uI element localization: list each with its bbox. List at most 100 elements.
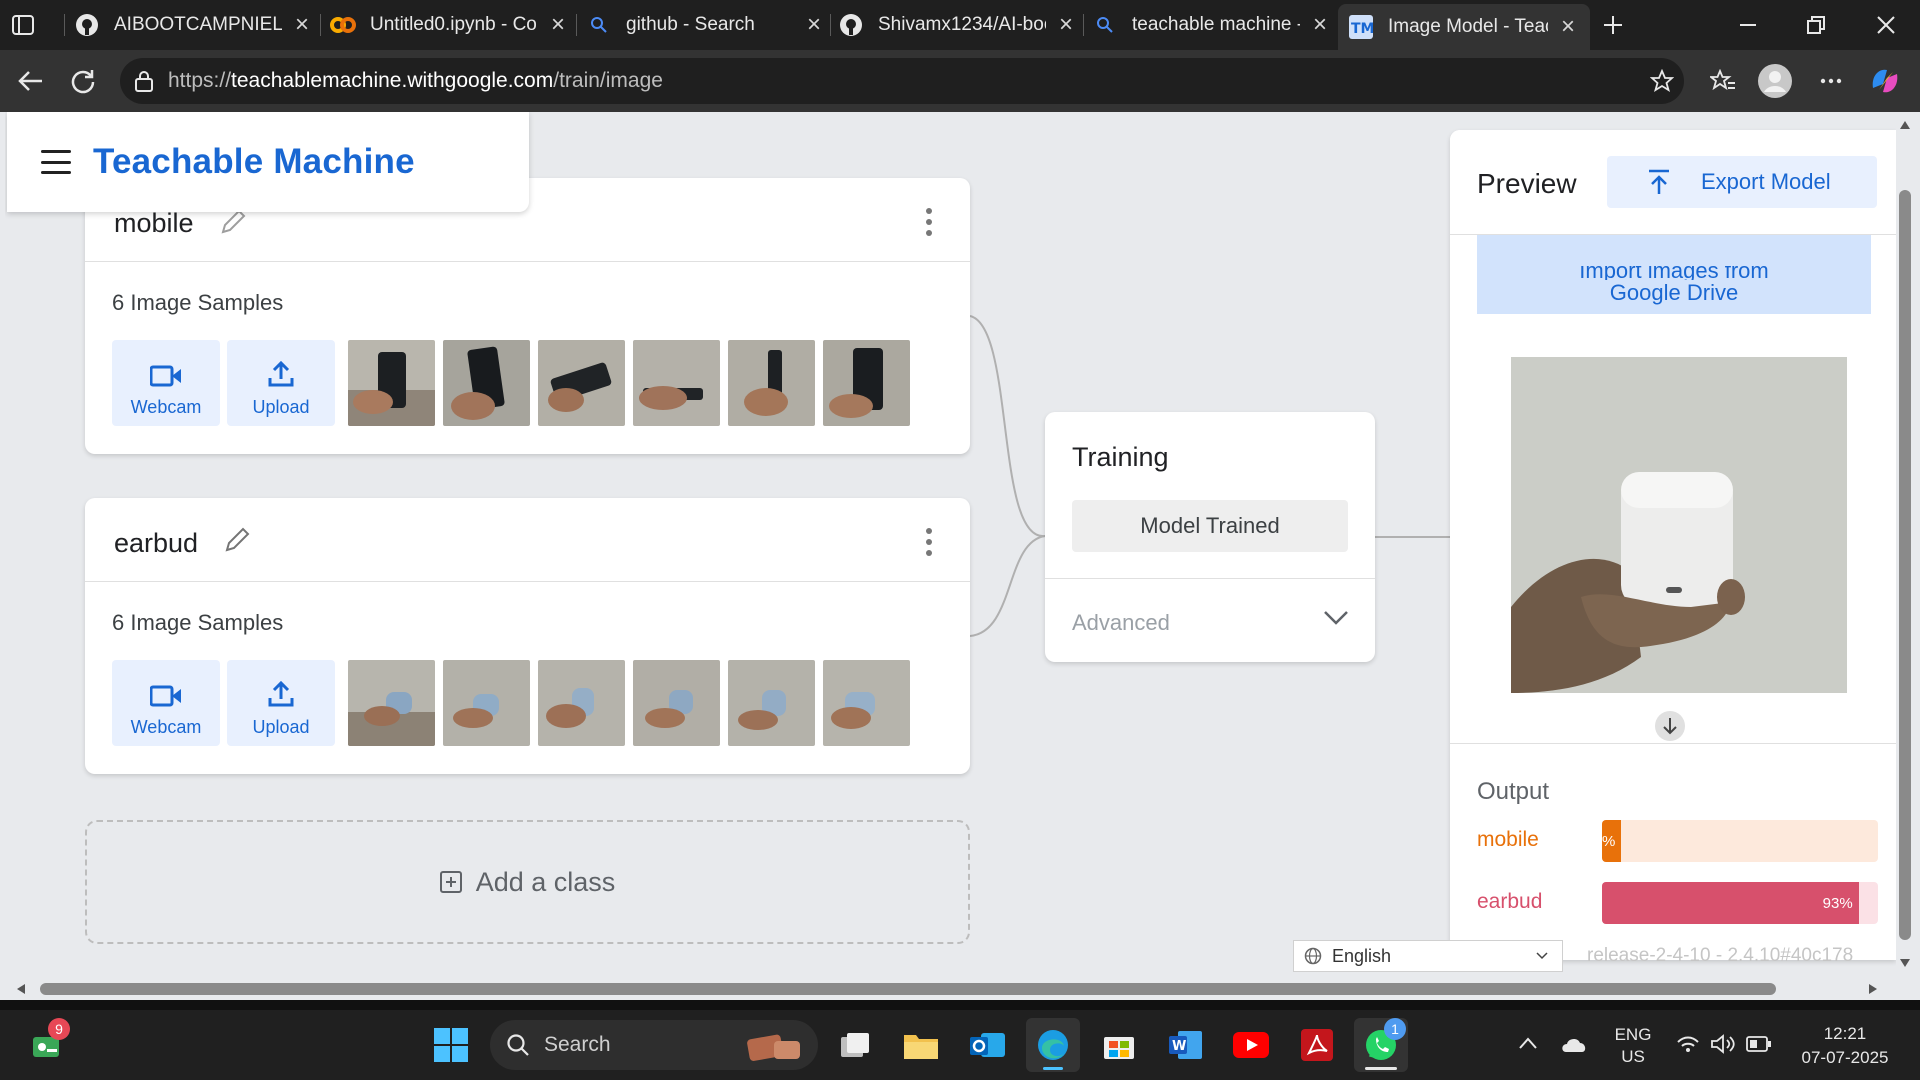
sample-thumbnail[interactable] [823, 660, 910, 746]
language-select[interactable]: English [1293, 940, 1563, 972]
edge-button[interactable] [1026, 1018, 1080, 1072]
sample-thumbnail[interactable] [538, 660, 625, 746]
advanced-toggle[interactable]: Advanced [1072, 610, 1170, 636]
favorites-button[interactable] [1700, 58, 1746, 104]
url-field[interactable]: https://teachablemachine.withgoogle.com/… [120, 58, 1684, 104]
sample-thumbnail[interactable] [633, 340, 720, 426]
onedrive-cloud-icon[interactable] [1560, 1034, 1588, 1054]
more-menu-button[interactable] [1808, 58, 1854, 104]
volume-icon[interactable] [1710, 1034, 1736, 1054]
tab-actions-button[interactable] [10, 6, 50, 44]
input-language-indicator[interactable]: ENG US [1610, 1024, 1656, 1068]
back-arrow-icon [18, 71, 42, 91]
arrow-down-icon [1655, 711, 1685, 741]
tab-shivamx-repo[interactable]: Shivamx1234/AI-boo × [838, 6, 1078, 44]
widgets-button[interactable]: 9 [20, 1018, 74, 1072]
scroll-up-icon[interactable] [1899, 120, 1911, 130]
close-icon[interactable]: × [546, 11, 570, 38]
page-content: Teachable Machine mobile 6 Image Samples… [5, 112, 1896, 978]
sample-thumbnail[interactable] [348, 660, 435, 746]
export-model-button[interactable]: Export Model [1607, 156, 1877, 208]
new-tab-button[interactable] [1600, 6, 1632, 44]
clock-date: 07-07-2025 [1801, 1048, 1889, 1067]
back-button[interactable] [8, 58, 54, 104]
tab-teachable-search[interactable]: teachable machine - × [1092, 6, 1332, 44]
close-icon[interactable]: × [1308, 11, 1332, 38]
wifi-icon[interactable] [1676, 1034, 1700, 1054]
url-text: https://teachablemachine.withgoogle.com/… [168, 69, 663, 93]
word-icon: W [1169, 1031, 1202, 1059]
vertical-scroll-thumb[interactable] [1899, 190, 1911, 940]
youtube-icon [1233, 1032, 1269, 1058]
close-icon[interactable]: × [290, 11, 314, 38]
sample-thumbnail[interactable] [538, 340, 625, 426]
battery-icon[interactable] [1746, 1036, 1772, 1052]
sample-thumbnail[interactable] [443, 660, 530, 746]
word-button[interactable]: W [1158, 1018, 1212, 1072]
model-trained-button[interactable]: Model Trained [1072, 500, 1348, 552]
scroll-left-icon[interactable] [16, 983, 26, 995]
sample-thumbnail[interactable] [348, 340, 435, 426]
outlook-button[interactable] [960, 1018, 1014, 1072]
pencil-icon[interactable] [219, 208, 247, 236]
webcam-label: Webcam [130, 397, 202, 417]
tab-aibootcamp[interactable]: AIBOOTCAMPNIELET × [74, 6, 314, 44]
upload-button[interactable]: Upload [227, 340, 335, 426]
scroll-right-icon[interactable] [1868, 983, 1878, 995]
clock[interactable]: 12:21 07-07-2025 [1790, 1022, 1900, 1070]
webcam-button[interactable]: Webcam [112, 660, 220, 746]
chevron-down-icon[interactable] [1323, 610, 1349, 626]
store-button[interactable] [1092, 1018, 1146, 1072]
refresh-button[interactable] [60, 58, 106, 104]
sample-thumbnail[interactable] [728, 660, 815, 746]
url-path: /train/image [553, 69, 663, 92]
start-button[interactable] [424, 1018, 478, 1072]
tab-github-search[interactable]: github - Search × [586, 6, 826, 44]
acrobat-button[interactable] [1290, 1018, 1344, 1072]
favorites-icon [1710, 69, 1735, 91]
class-options-icon[interactable] [926, 208, 932, 236]
sample-thumbnail[interactable] [823, 340, 910, 426]
class-name[interactable]: earbud [114, 528, 198, 559]
upload-button[interactable]: Upload [227, 660, 335, 746]
chevron-up-icon[interactable] [1518, 1036, 1538, 1050]
copilot-button[interactable] [1862, 58, 1908, 104]
horizontal-scroll-thumb[interactable] [40, 983, 1776, 995]
minimize-button[interactable] [1720, 0, 1776, 50]
sample-thumbnail[interactable] [633, 660, 720, 746]
close-icon[interactable]: × [1556, 13, 1580, 40]
class-name[interactable]: mobile [114, 208, 194, 239]
add-class-label: Add a class [475, 866, 616, 897]
import-google-drive-button[interactable]: Import images from Google Drive [1477, 234, 1871, 314]
tab-title: AIBOOTCAMPNIELET [114, 14, 282, 35]
tab-colab[interactable]: Untitled0.ipynb - Co × [330, 6, 570, 44]
plus-icon [1600, 12, 1626, 38]
whatsapp-badge: 1 [1384, 1018, 1406, 1040]
restore-button[interactable] [1788, 0, 1844, 50]
lang-line2: US [1621, 1047, 1645, 1066]
sample-thumbnail[interactable] [728, 340, 815, 426]
task-view-button[interactable] [828, 1018, 882, 1072]
browser-tab-bar: AIBOOTCAMPNIELET × Untitled0.ipynb - Co … [0, 0, 1920, 50]
close-icon[interactable]: × [1054, 11, 1078, 38]
svg-text:TM: TM [1351, 21, 1373, 37]
task-view-icon [841, 1033, 869, 1057]
profile-button[interactable] [1752, 58, 1798, 104]
close-window-button[interactable] [1858, 0, 1914, 50]
close-icon[interactable]: × [802, 11, 826, 38]
tab-image-model[interactable]: TM Image Model - Teac × [1338, 4, 1590, 50]
file-explorer-button[interactable] [894, 1018, 948, 1072]
class-options-icon[interactable] [926, 528, 932, 556]
class-header: earbud [85, 498, 970, 582]
youtube-button[interactable] [1224, 1018, 1278, 1072]
whatsapp-button[interactable]: 1 [1354, 1018, 1408, 1072]
output-bar-earbud: 93% [1602, 882, 1878, 924]
sample-thumbnail[interactable] [443, 340, 530, 426]
pencil-icon[interactable] [223, 526, 251, 554]
scroll-down-icon[interactable] [1899, 958, 1911, 968]
webcam-button[interactable]: Webcam [112, 340, 220, 426]
tab-title: Image Model - Teac [1388, 16, 1548, 37]
add-class-button[interactable]: Add a class [85, 820, 970, 944]
taskbar-search[interactable]: Search [490, 1020, 818, 1070]
hamburger-menu-icon[interactable] [41, 150, 71, 174]
